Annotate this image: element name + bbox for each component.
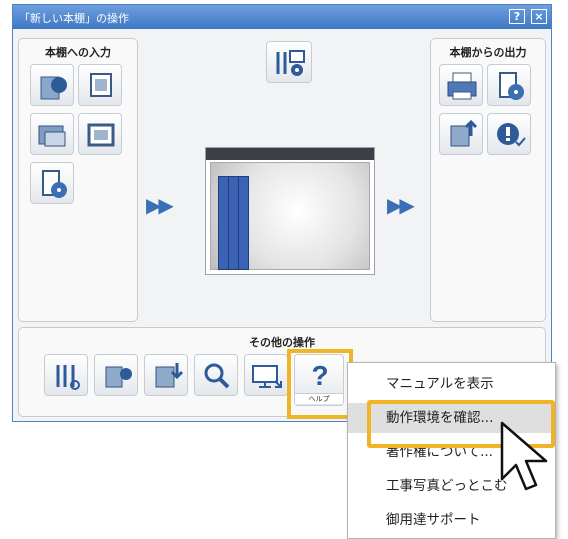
output-panel: 本棚からの出力 [430, 38, 546, 322]
titlebar: 「新しい本棚」の操作 ? × [13, 5, 551, 29]
input-scanner-button[interactable] [30, 64, 74, 106]
output-panel-title: 本棚からの出力 [449, 46, 527, 59]
export-building-button[interactable] [439, 113, 483, 155]
help-icon-button[interactable]: ? [509, 9, 525, 24]
search-icon [204, 363, 230, 389]
display-button[interactable] [244, 354, 288, 396]
folder-photos-icon [38, 125, 66, 147]
binder-icon [238, 176, 249, 270]
arrow-in-icon: ▶▶ [146, 193, 174, 217]
photo-icon [90, 73, 112, 97]
input-panel-title: 本棚への入力 [45, 46, 111, 59]
mouse-cursor-icon [500, 421, 548, 491]
tools-button[interactable] [44, 354, 88, 396]
building-import-button[interactable] [144, 354, 188, 396]
arrow-out-icon: ▶▶ [387, 193, 415, 217]
input-document-disc-button[interactable] [30, 162, 74, 204]
input-photo-button[interactable] [78, 64, 122, 106]
close-button[interactable]: × [531, 9, 547, 24]
tools-settings-button[interactable] [266, 41, 312, 83]
output-document-disc-button[interactable] [487, 64, 531, 106]
input-panel: 本棚への入力 [18, 38, 138, 322]
document-disc-icon [499, 72, 524, 100]
search-button[interactable] [194, 354, 238, 396]
document-disc-icon [42, 170, 67, 198]
export-building-icon [450, 119, 478, 147]
menu-item-support[interactable]: 御用達サポート [348, 505, 555, 535]
preview-toolbar [206, 148, 374, 160]
building-info-icon [105, 366, 132, 388]
frame-icon [87, 123, 115, 147]
operation-window: 「新しい本棚」の操作 ? × 本棚への入力 本棚からの出力 ▶▶ ▶▶ その他の… [12, 4, 552, 422]
print-button[interactable] [439, 64, 483, 106]
building-import-icon [155, 363, 184, 388]
check-button[interactable] [487, 113, 531, 155]
input-folder-photos-button[interactable] [30, 113, 74, 155]
other-operations-title: その他の操作 [249, 336, 315, 349]
window-title: 「新しい本棚」の操作 [19, 12, 129, 25]
printer-icon [447, 72, 477, 100]
tools-gear-icon [276, 50, 305, 76]
building-info-button[interactable] [94, 354, 138, 396]
bookshelf-preview [205, 147, 375, 275]
monitor-icon [252, 365, 282, 388]
help-highlight [287, 349, 353, 419]
tools-icon [56, 365, 80, 390]
menu-item-manual[interactable]: マニュアルを表示 [348, 369, 555, 399]
scanner-icon [40, 76, 67, 100]
input-frame-button[interactable] [78, 113, 122, 155]
alert-check-icon [497, 123, 526, 147]
